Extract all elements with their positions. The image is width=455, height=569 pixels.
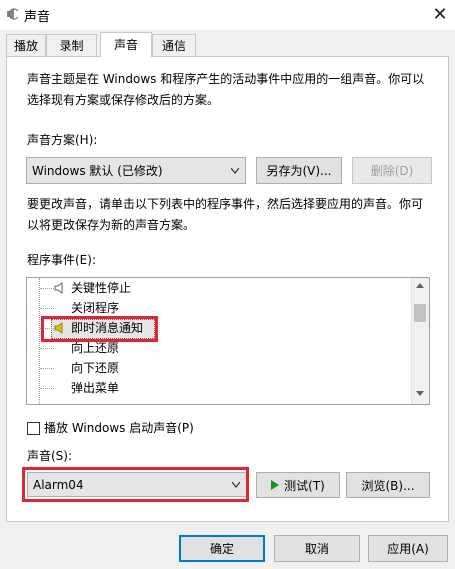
scroll-thumb[interactable] bbox=[414, 304, 426, 322]
speaker-icon bbox=[54, 282, 63, 294]
title-bar: 声音 ✕ bbox=[0, 0, 455, 30]
tab-recording[interactable]: 录制 bbox=[46, 34, 97, 56]
scheme-label: 声音方案(H): bbox=[27, 133, 98, 147]
cancel-button[interactable]: 取消 bbox=[274, 535, 360, 562]
tab-label: 声音 bbox=[113, 38, 138, 52]
tab-communications[interactable]: 通信 bbox=[152, 34, 196, 56]
list-item[interactable]: 关闭程序 bbox=[71, 298, 119, 318]
test-button[interactable]: 测试(T) bbox=[256, 472, 340, 498]
list-item[interactable]: 弹出菜单 bbox=[71, 378, 119, 398]
tab-label: 录制 bbox=[59, 39, 84, 53]
scheme-description: 声音主题是在 Windows 和程序产生的活动事件中应用的一组声音。你可以选择现… bbox=[27, 72, 425, 107]
delete-button[interactable]: 删除(D) bbox=[352, 157, 432, 184]
annotation-highlight-sound bbox=[22, 467, 249, 502]
speaker-app-icon bbox=[7, 8, 18, 20]
cancel-label: 取消 bbox=[304, 542, 329, 556]
tab-label: 播放 bbox=[13, 39, 38, 53]
list-item[interactable]: 关键性停止 bbox=[71, 278, 131, 298]
events-description: 要更改声音，请单击以下列表中的程序事件，然后选择要应用的声音。你可以将更改保存为… bbox=[27, 197, 424, 232]
tab-sounds[interactable]: 声音 bbox=[100, 32, 152, 57]
scheme-dropdown[interactable]: Windows 默认 (已修改) bbox=[26, 157, 246, 184]
test-label: 测试(T) bbox=[284, 478, 325, 493]
startup-sound-label: 播放 Windows 启动声音(P) bbox=[44, 421, 194, 435]
tree-branch bbox=[40, 288, 54, 289]
ok-button[interactable]: 确定 bbox=[179, 535, 265, 562]
tree-branch bbox=[40, 368, 54, 369]
browse-label: 浏览(B)... bbox=[361, 478, 415, 493]
annotation-highlight-event bbox=[41, 316, 158, 342]
scroll-down-icon[interactable] bbox=[416, 391, 424, 396]
apply-label: 应用(A) bbox=[387, 542, 429, 556]
tree-branch bbox=[40, 348, 54, 349]
list-item[interactable]: 向下还原 bbox=[71, 358, 119, 378]
apply-button[interactable]: 应用(A) bbox=[368, 535, 448, 562]
close-button[interactable]: ✕ bbox=[425, 0, 455, 28]
save-as-button[interactable]: 另存为(V)... bbox=[256, 157, 342, 184]
ok-label: 确定 bbox=[209, 542, 234, 556]
close-icon: ✕ bbox=[432, 3, 448, 25]
tab-playback[interactable]: 播放 bbox=[6, 34, 46, 56]
chevron-down-icon bbox=[231, 167, 239, 174]
browse-button[interactable]: 浏览(B)... bbox=[346, 472, 430, 498]
window-title: 声音 bbox=[24, 10, 51, 25]
list-scrollbar[interactable] bbox=[411, 278, 429, 404]
startup-sound-checkbox[interactable] bbox=[27, 422, 40, 435]
save-as-label: 另存为(V)... bbox=[266, 164, 332, 178]
play-icon bbox=[271, 480, 280, 490]
tree-branch bbox=[40, 388, 54, 389]
delete-label: 删除(D) bbox=[370, 164, 414, 178]
events-label: 程序事件(E): bbox=[27, 253, 96, 267]
tab-label: 通信 bbox=[161, 39, 186, 53]
scheme-dropdown-value: Windows 默认 (已修改) bbox=[32, 164, 163, 178]
tree-branch bbox=[40, 308, 54, 309]
sound-label: 声音(S): bbox=[27, 449, 73, 463]
scroll-up-icon[interactable] bbox=[416, 283, 424, 288]
tree-line bbox=[39, 278, 40, 404]
